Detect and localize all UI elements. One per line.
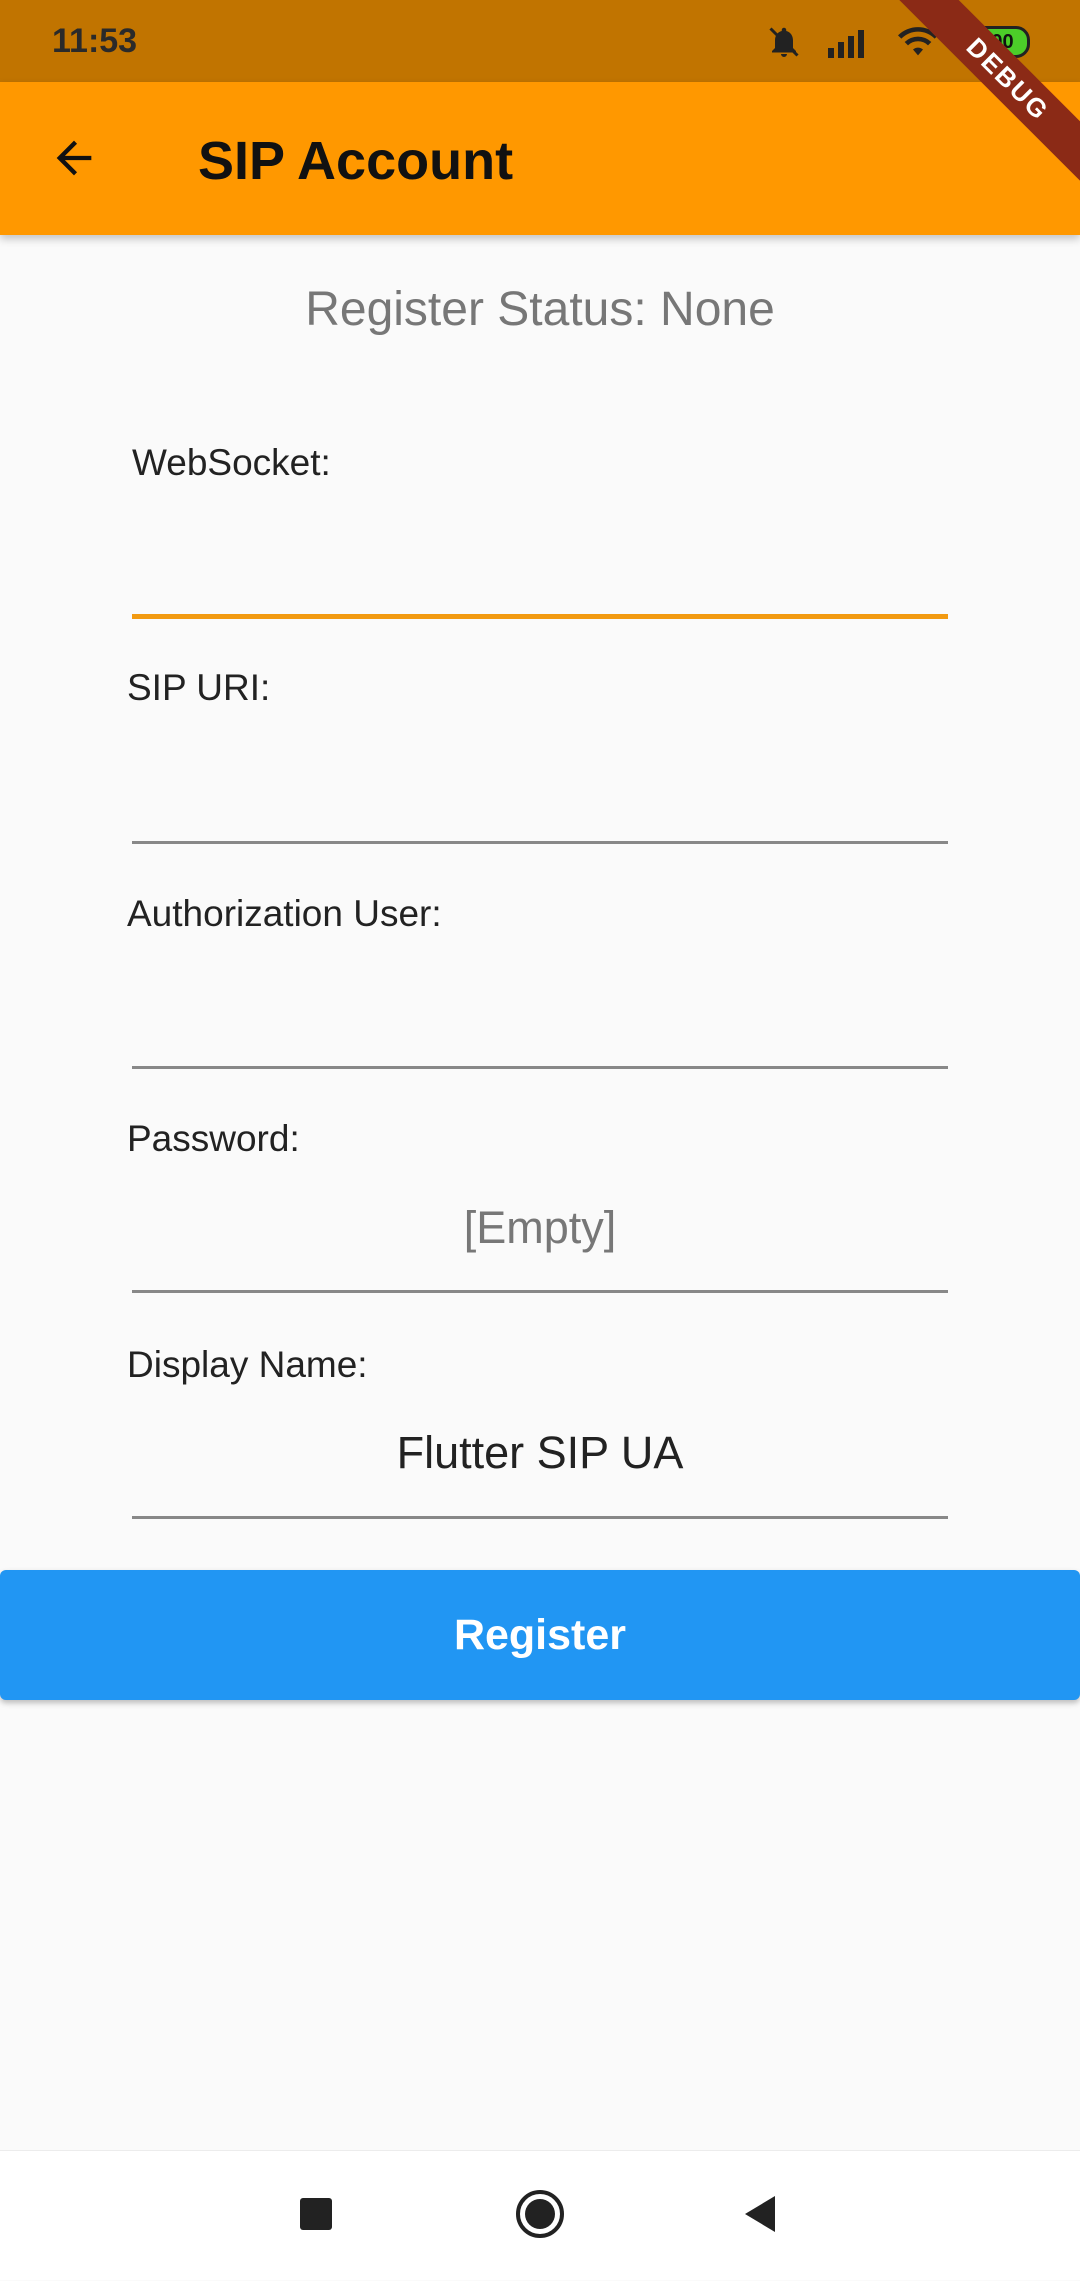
sip-uri-label: SIP URI: bbox=[127, 667, 271, 708]
signal-icon bbox=[828, 26, 872, 58]
authorization-user-underline bbox=[132, 1066, 948, 1069]
page-title: SIP Account bbox=[198, 131, 514, 191]
password-label: Password: bbox=[127, 1118, 300, 1159]
recents-button[interactable] bbox=[256, 2151, 376, 2281]
home-button[interactable] bbox=[480, 2151, 600, 2281]
circle-icon bbox=[514, 2188, 566, 2245]
register-status: Register Status: None bbox=[305, 283, 775, 336]
password-input[interactable] bbox=[132, 1188, 948, 1268]
password-underline bbox=[132, 1290, 948, 1293]
sip-uri-underline bbox=[132, 841, 948, 844]
app-bar: SIP Account bbox=[0, 82, 1080, 235]
display-name-underline bbox=[132, 1516, 948, 1519]
sip-uri-input[interactable] bbox=[132, 755, 948, 835]
nav-back-button[interactable] bbox=[700, 2151, 820, 2281]
arrow-back-icon bbox=[48, 132, 100, 189]
display-name-input[interactable] bbox=[132, 1413, 948, 1493]
authorization-user-label: Authorization User: bbox=[127, 893, 442, 934]
websocket-input[interactable] bbox=[132, 528, 948, 608]
display-name-label: Display Name: bbox=[127, 1344, 368, 1385]
square-icon bbox=[298, 2196, 334, 2237]
navigation-bar bbox=[0, 2150, 1080, 2280]
back-button[interactable] bbox=[38, 124, 110, 196]
register-button[interactable]: Register bbox=[0, 1570, 1080, 1700]
websocket-underline bbox=[132, 614, 948, 619]
websocket-label: WebSocket: bbox=[132, 442, 331, 483]
bell-off-icon bbox=[766, 24, 802, 60]
triangle-back-icon bbox=[741, 2194, 779, 2239]
authorization-user-input[interactable] bbox=[132, 980, 948, 1060]
status-time: 11:53 bbox=[52, 22, 138, 60]
